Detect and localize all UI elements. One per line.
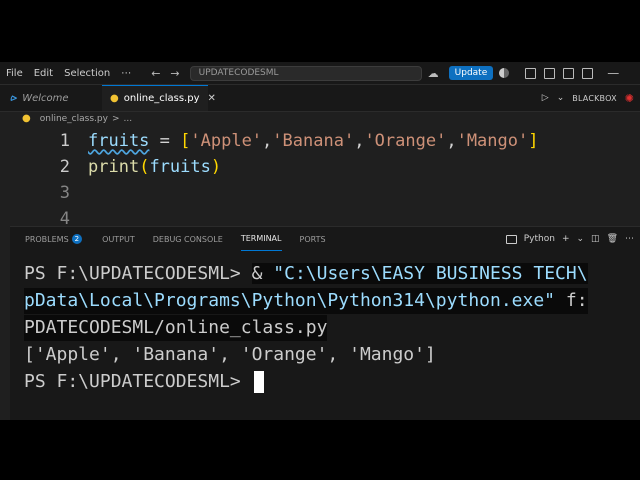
layout-controls bbox=[525, 67, 594, 79]
code-text: fruits = ['Apple','Banana','Orange','Man… bbox=[88, 131, 539, 151]
tab-online-class-label: online_class.py bbox=[123, 93, 200, 104]
command-center[interactable]: UPDATECODESML bbox=[189, 65, 422, 81]
tab-debug-console[interactable]: DEBUG CONSOLE bbox=[153, 227, 223, 251]
line-number: 4 bbox=[59, 209, 70, 226]
forward-arrow-icon[interactable]: → bbox=[170, 67, 179, 80]
title-bar: File Edit Selection ⋯ ← → UPDATECODESML … bbox=[0, 62, 640, 85]
terminal-line: pData\Local\Programs\Python\Python314\py… bbox=[24, 288, 588, 314]
tab-problems[interactable]: PROBLEMS 2 bbox=[25, 227, 83, 251]
toggle-panel-icon[interactable] bbox=[544, 67, 556, 79]
back-arrow-icon[interactable]: ← bbox=[151, 67, 160, 80]
line-number: 2 bbox=[59, 157, 70, 177]
toggle-sidebar-icon[interactable] bbox=[563, 67, 575, 79]
tab-welcome-label: Welcome bbox=[22, 92, 69, 104]
terminal-icon bbox=[505, 234, 517, 244]
terminal-output[interactable]: PS F:\UPDATECODESML> & "C:\Users\EASY BU… bbox=[24, 261, 640, 408]
bottom-panel: PROBLEMS 2 OUTPUT DEBUG CONSOLE TERMINAL … bbox=[10, 226, 640, 420]
menu-file[interactable]: File bbox=[6, 68, 23, 79]
breadcrumb-sep: > bbox=[111, 113, 120, 124]
shell-name[interactable]: Python bbox=[524, 234, 555, 244]
line-number: 1 bbox=[59, 131, 70, 151]
run-icon[interactable]: ▷ bbox=[542, 93, 549, 103]
breadcrumb-more[interactable]: ... bbox=[123, 114, 132, 124]
tab-ports[interactable]: PORTS bbox=[300, 227, 326, 251]
problems-badge: 2 bbox=[71, 234, 83, 244]
terminal-line: PS F:\UPDATECODESML> bbox=[24, 369, 264, 395]
code-text: print(fruits) bbox=[88, 157, 222, 177]
blackbox-logo-icon[interactable]: ✺ bbox=[625, 92, 634, 105]
terminal-line: ['Apple', 'Banana', 'Orange', 'Mango'] bbox=[24, 344, 436, 365]
update-button[interactable]: Update bbox=[448, 66, 494, 80]
chevron-down-icon[interactable]: ⌄ bbox=[577, 234, 585, 244]
terminal-actions: Python + ⌄ ◫ 🗑 ⋯ bbox=[505, 227, 634, 251]
copilot-icon[interactable]: ☁ bbox=[428, 67, 439, 80]
tab-online-class[interactable]: ● online_class.py ✕ bbox=[102, 85, 216, 111]
close-icon[interactable]: ✕ bbox=[208, 93, 216, 104]
trash-icon[interactable]: 🗑 bbox=[607, 234, 618, 244]
menu-bar: File Edit Selection ⋯ bbox=[0, 68, 131, 79]
terminal-cursor bbox=[253, 371, 264, 393]
chevron-down-icon[interactable]: ⌄ bbox=[557, 93, 565, 103]
blackbox-label[interactable]: BLACKBOX bbox=[572, 94, 617, 103]
tab-welcome[interactable]: ⪧ Welcome bbox=[10, 85, 100, 111]
nav-arrows: ← → bbox=[151, 67, 179, 80]
layout-icon[interactable] bbox=[525, 67, 537, 79]
breadcrumb: ● online_class.py > ... bbox=[22, 113, 132, 124]
toggle-secondary-sidebar-icon[interactable] bbox=[582, 67, 594, 79]
add-terminal-icon[interactable]: + bbox=[562, 234, 570, 244]
split-terminal-icon[interactable]: ◫ bbox=[591, 234, 600, 244]
minimize-icon[interactable]: — bbox=[607, 66, 619, 80]
menu-selection[interactable]: Selection bbox=[64, 68, 110, 79]
line-number: 3 bbox=[59, 183, 70, 203]
menu-more[interactable]: ⋯ bbox=[121, 68, 131, 79]
breadcrumb-file[interactable]: online_class.py bbox=[40, 114, 108, 124]
editor-tabs: ⪧ Welcome ● online_class.py ✕ ▷ ⌄ BLACKB… bbox=[0, 85, 640, 112]
tab-output[interactable]: OUTPUT bbox=[102, 227, 135, 251]
command-center-label: UPDATECODESML bbox=[198, 68, 279, 78]
vscode-icon: ⪧ bbox=[10, 91, 17, 104]
terminal-line: PS F:\UPDATECODESML> & "C:\Users\EASY BU… bbox=[24, 263, 588, 284]
python-file-icon: ● bbox=[110, 93, 119, 104]
menu-edit[interactable]: Edit bbox=[34, 68, 53, 79]
python-file-icon: ● bbox=[22, 113, 31, 124]
terminal-line: PDATECODESML/online_class.py bbox=[24, 315, 328, 341]
vscode-window: File Edit Selection ⋯ ← → UPDATECODESML … bbox=[0, 62, 640, 420]
account-icon[interactable] bbox=[499, 68, 510, 78]
code-editor[interactable]: 1 fruits = ['Apple','Banana','Orange','M… bbox=[0, 128, 640, 226]
editor-actions: ▷ ⌄ BLACKBOX ✺ bbox=[542, 85, 634, 111]
more-icon[interactable]: ⋯ bbox=[625, 234, 634, 244]
tab-terminal[interactable]: TERMINAL bbox=[240, 227, 282, 251]
